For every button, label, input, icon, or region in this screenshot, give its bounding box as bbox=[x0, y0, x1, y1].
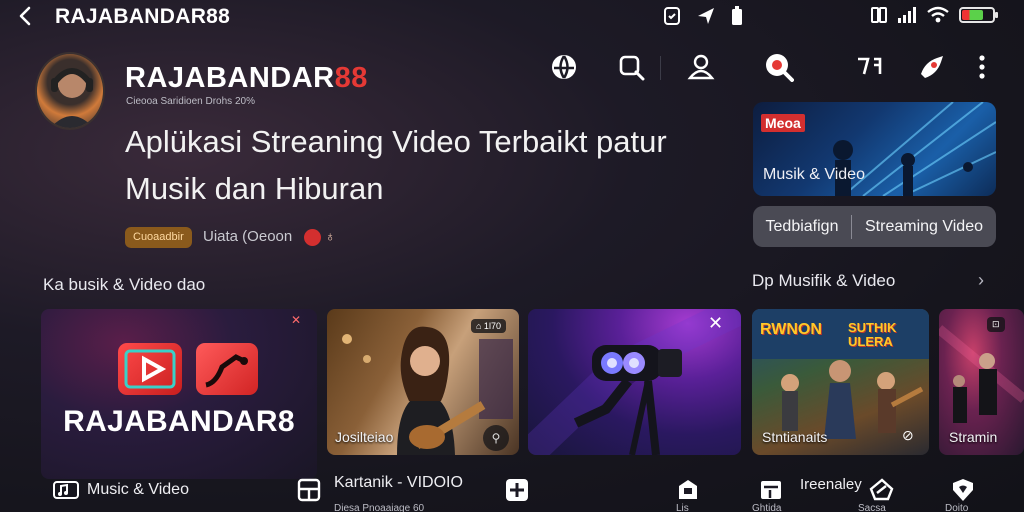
status-icons-left-group bbox=[662, 6, 744, 26]
video-card-concert[interactable]: ⊡ Stramin bbox=[939, 309, 1024, 455]
card-caption: Stntianaits bbox=[762, 429, 828, 445]
bottom-nav-music-video[interactable]: Music & Video bbox=[53, 480, 189, 500]
bottom-subtext: Ghtida bbox=[752, 503, 782, 512]
meta-text: Uiata (Oeoon bbox=[203, 228, 293, 245]
music-logo-icon bbox=[196, 343, 258, 395]
status-icons-right-group bbox=[871, 6, 998, 24]
bottom-nav-kartanik[interactable]: Kartanik - VIDOIO bbox=[334, 474, 463, 492]
share-icon[interactable] bbox=[917, 52, 947, 82]
duration-chip: ⌂ 1l70 bbox=[471, 319, 506, 333]
reaction-icon[interactable]: ♁ bbox=[325, 228, 336, 244]
bottom-nav-label: Music & Video bbox=[87, 481, 189, 498]
link-icon[interactable]: ⊘ bbox=[902, 427, 914, 444]
back-arrow-icon[interactable] bbox=[14, 4, 38, 28]
card-action-icon[interactable]: ⚲ bbox=[483, 425, 509, 451]
promo-badge: Meoa bbox=[761, 114, 805, 132]
bottom-nav-ireenaley[interactable]: Ireenaley bbox=[800, 476, 862, 493]
battery-icon bbox=[959, 7, 998, 23]
more-icon[interactable] bbox=[970, 52, 1000, 82]
page-headline: Aplükasi Streaning Video Terbaikt patur … bbox=[125, 118, 685, 212]
grid-icon[interactable] bbox=[297, 478, 321, 502]
search-icon[interactable] bbox=[617, 52, 647, 82]
app-name: RAJABANDAR88 bbox=[55, 5, 231, 28]
poster-text-left: RWNON bbox=[760, 321, 822, 338]
globe-icon[interactable] bbox=[549, 52, 579, 82]
bottom-subtext: Sacsa bbox=[858, 503, 886, 512]
toolbar-divider bbox=[660, 56, 661, 80]
bottom-subtext: Lis bbox=[676, 503, 689, 512]
card-chip: ⊡ bbox=[987, 317, 1005, 332]
send-icon bbox=[698, 8, 714, 24]
promo-card[interactable]: Meoa Musik & Video bbox=[753, 102, 996, 196]
sim-icon bbox=[871, 7, 887, 23]
video-card-projector[interactable]: ✕ bbox=[528, 309, 741, 455]
chevron-right-icon[interactable]: › bbox=[978, 270, 984, 291]
wifi-icon bbox=[927, 6, 949, 23]
brand-subtitle: Cieooa Saridioen Drohs 20% bbox=[126, 96, 255, 107]
avatar[interactable] bbox=[35, 52, 105, 130]
bottom-subtext: Doito bbox=[945, 503, 969, 512]
close-icon[interactable]: ✕ bbox=[291, 313, 301, 327]
headline-line-2: Musik dan Hiburan bbox=[125, 171, 384, 206]
card-caption: Josilteiao bbox=[335, 429, 394, 445]
segmented-control: Tedbiafign Streaming Video bbox=[753, 206, 996, 247]
video-card-band[interactable]: RWNON SUTHIK ULERA Stntianaits ⊘ bbox=[752, 309, 929, 455]
close-icon[interactable]: ✕ bbox=[708, 313, 723, 334]
promo-label: Musik & Video bbox=[763, 166, 865, 183]
brand-title: RAJABANDAR88 bbox=[125, 62, 368, 94]
video-card-guitarist[interactable]: ⌂ 1l70 Josilteiao ⚲ bbox=[327, 309, 519, 455]
card-caption: Stramin bbox=[949, 429, 998, 445]
music-note-icon bbox=[53, 481, 79, 499]
library-icon[interactable] bbox=[676, 478, 700, 502]
profile-icon[interactable] bbox=[686, 52, 716, 82]
segment-left[interactable]: Tedbiafign bbox=[753, 218, 851, 236]
play-logo-icon bbox=[118, 343, 182, 395]
bottom-subtext: Diesa Pnoaaiage 60 bbox=[334, 503, 425, 512]
section-title-left: Ka busik & Video dao bbox=[43, 275, 206, 294]
segment-streaming-video[interactable]: Streaming Video bbox=[852, 218, 996, 236]
category-badge[interactable]: Cuoaadbir bbox=[125, 227, 192, 248]
zoom-search-icon[interactable] bbox=[764, 52, 794, 82]
card-brand-title: RAJABANDAR8 bbox=[63, 405, 295, 438]
translate-icon[interactable] bbox=[854, 52, 884, 82]
live-indicator-icon bbox=[304, 229, 321, 246]
poster-text-right: SUTHIK ULERA bbox=[848, 320, 897, 349]
favorite-icon[interactable] bbox=[951, 478, 975, 502]
add-icon[interactable] bbox=[505, 478, 529, 502]
battery-small-icon bbox=[732, 6, 742, 25]
headline-line-1: Aplükasi Streaning Video Terbaikt patur bbox=[125, 124, 667, 159]
video-card-featured[interactable]: RAJABANDAR8 ✕ bbox=[41, 309, 317, 479]
screenshot-icon bbox=[664, 7, 680, 25]
signal-bars-icon bbox=[898, 7, 916, 23]
chat-icon[interactable] bbox=[868, 478, 894, 502]
section-title-right: Dp Musifik & Video bbox=[752, 271, 896, 290]
news-icon[interactable] bbox=[759, 478, 783, 502]
